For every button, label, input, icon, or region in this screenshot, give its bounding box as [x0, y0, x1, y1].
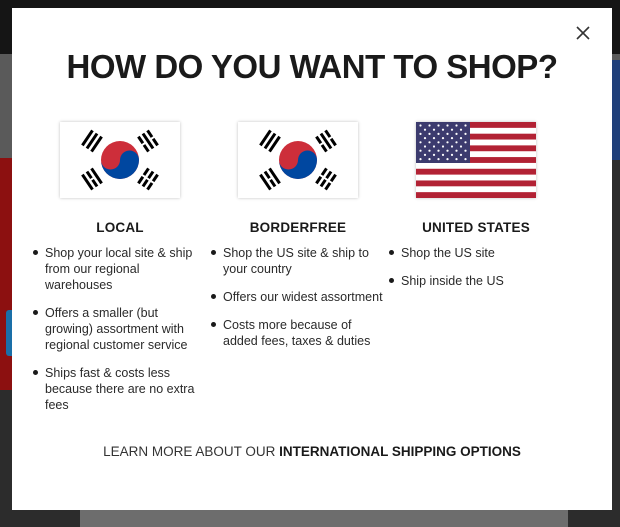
- united-states-flag-button[interactable]: [416, 122, 536, 198]
- option-heading: BORDERFREE: [249, 220, 347, 235]
- list-item: Ships fast & costs less because there ar…: [32, 365, 208, 413]
- close-icon: [576, 26, 590, 40]
- option-bullet-list: Shop your local site & ship from our reg…: [32, 245, 208, 413]
- south-korea-flag-icon: [60, 122, 180, 198]
- list-item: Offers a smaller (but growing) assortmen…: [32, 305, 208, 353]
- option-bullet-list: Shop the US site Ship inside the US: [388, 245, 564, 289]
- close-button[interactable]: [572, 22, 594, 44]
- option-local[interactable]: LOCAL Shop your local site & ship from o…: [32, 122, 208, 425]
- option-bullet-list: Shop the US site & ship to your country …: [210, 245, 386, 349]
- option-borderfree[interactable]: BORDERFREE Shop the US site & ship to yo…: [210, 122, 386, 361]
- option-heading: UNITED STATES: [422, 220, 530, 235]
- us-flag-icon: [416, 122, 536, 198]
- option-heading: LOCAL: [96, 220, 144, 235]
- international-shipping-link[interactable]: INTERNATIONAL SHIPPING OPTIONS: [279, 444, 521, 459]
- option-united-states[interactable]: UNITED STATES Shop the US site Ship insi…: [388, 122, 564, 301]
- list-item: Ship inside the US: [388, 273, 564, 289]
- learn-more-line: LEARN MORE ABOUT OUR INTERNATIONAL SHIPP…: [12, 444, 612, 459]
- modal-title: HOW DO YOU WANT TO SHOP?: [66, 48, 558, 85]
- list-item: Shop your local site & ship from our reg…: [32, 245, 208, 293]
- local-flag-button[interactable]: [60, 122, 180, 198]
- list-item: Shop the US site & ship to your country: [210, 245, 386, 277]
- list-item: Shop the US site: [388, 245, 564, 261]
- list-item: Costs more because of added fees, taxes …: [210, 317, 386, 349]
- borderfree-flag-button[interactable]: [238, 122, 358, 198]
- shop-region-modal: HOW DO YOU WANT TO SHOP? LOCAL Shop your…: [12, 8, 612, 510]
- learn-more-prefix: LEARN MORE ABOUT OUR: [103, 444, 280, 459]
- list-item: Offers our widest assortment: [210, 289, 386, 305]
- south-korea-flag-icon: [238, 122, 358, 198]
